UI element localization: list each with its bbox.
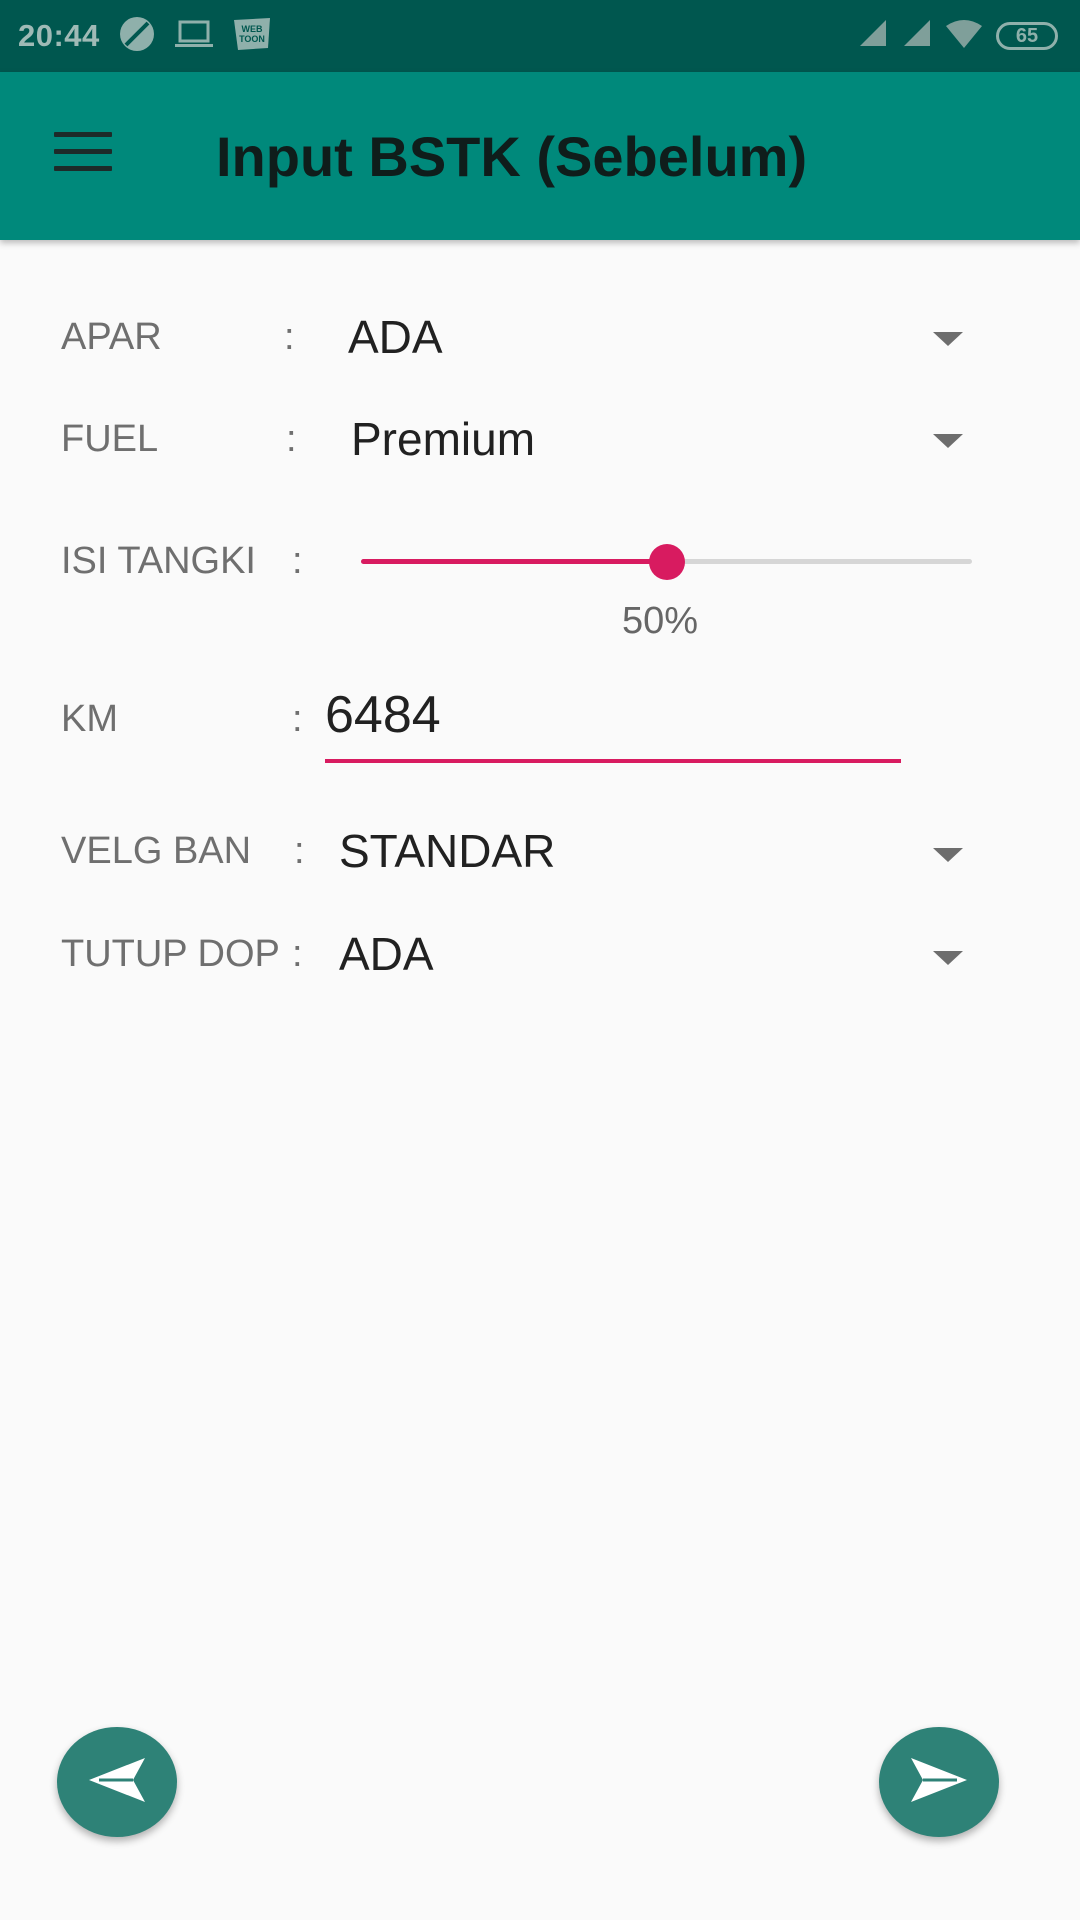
app-bar: Input BSTK (Sebelum) [0, 72, 1080, 240]
velg-ban-chevron-down-icon [933, 848, 963, 862]
svg-text:TOON: TOON [239, 34, 265, 44]
fuel-label: FUEL [61, 418, 159, 460]
apar-colon: : [284, 316, 295, 358]
apar-value: ADA [348, 311, 443, 363]
isi-tangki-label: ISI TANGKI [61, 540, 256, 582]
slider-percent-label: 50% [622, 600, 699, 642]
slider-fill [361, 559, 667, 564]
isi-tangki-colon: : [292, 540, 303, 582]
status-bar-right: 65 [858, 19, 1058, 53]
battery-indicator: 65 [996, 22, 1058, 50]
apar-dropdown[interactable]: ADA [320, 290, 980, 370]
status-time: 20:44 [18, 18, 100, 53]
velg-ban-colon: : [294, 830, 305, 872]
slider-thumb[interactable] [648, 544, 685, 580]
tutup-dop-dropdown[interactable]: ADA [320, 907, 980, 987]
webtoon-icon: WEB TOON [232, 16, 272, 57]
svg-text:WEB: WEB [241, 24, 262, 34]
tutup-dop-label: TUTUP DOP [61, 933, 280, 975]
velg-ban-value: STANDAR [339, 825, 556, 877]
fuel-level-slider[interactable] [361, 544, 972, 580]
wifi-icon [946, 19, 982, 53]
laptop-icon [174, 18, 214, 55]
send-icon [909, 1756, 969, 1809]
apar-label: APAR [61, 316, 162, 358]
velg-ban-label: VELG BAN [61, 830, 252, 872]
km-input[interactable] [325, 685, 901, 763]
fuel-colon: : [286, 418, 297, 460]
fuel-chevron-down-icon [933, 434, 963, 448]
menu-icon[interactable] [54, 132, 112, 176]
apar-chevron-down-icon [933, 332, 963, 346]
tutup-dop-colon: : [292, 933, 303, 975]
status-bar-left: 20:44 WEB TOON [18, 15, 272, 58]
tutup-dop-value: ADA [339, 928, 434, 980]
next-button[interactable] [879, 1727, 999, 1837]
send-back-icon [87, 1756, 147, 1809]
signal-icon [902, 19, 932, 53]
fuel-dropdown[interactable]: Premium [320, 392, 980, 472]
tutup-dop-chevron-down-icon [933, 951, 963, 965]
signal-icon [858, 19, 888, 53]
fuel-value: Premium [351, 413, 536, 465]
status-bar: 20:44 WEB TOON 65 [0, 0, 1080, 72]
back-button[interactable] [57, 1727, 177, 1837]
data-saver-icon [118, 15, 156, 58]
page-title: Input BSTK (Sebelum) [216, 125, 808, 188]
km-colon: : [292, 698, 303, 740]
velg-ban-dropdown[interactable]: STANDAR [320, 804, 980, 884]
km-label: KM [61, 698, 118, 740]
